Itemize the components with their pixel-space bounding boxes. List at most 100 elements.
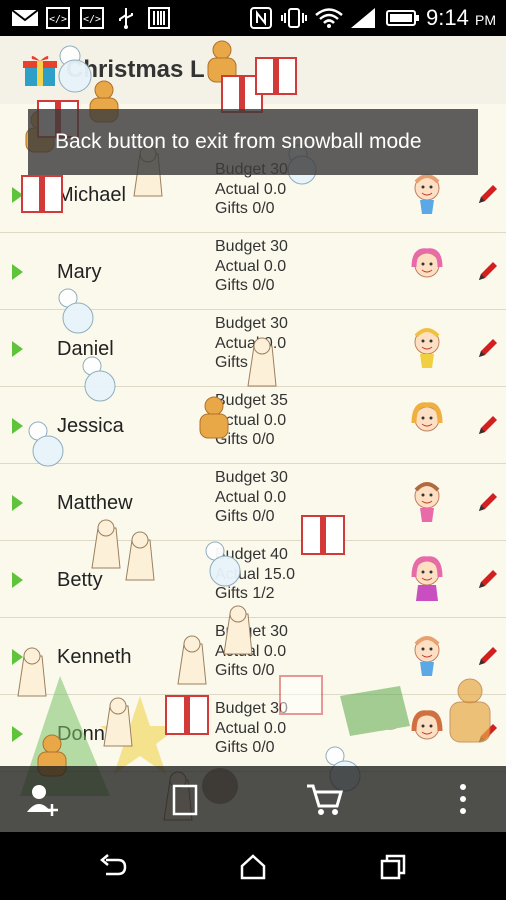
budget-text: Budget 30	[215, 700, 288, 717]
code-icon: </>	[80, 7, 104, 29]
expand-arrow-icon[interactable]	[12, 649, 23, 665]
list-icon[interactable]	[170, 780, 200, 818]
expand-arrow-icon[interactable]	[12, 341, 23, 357]
expand-arrow-icon[interactable]	[12, 418, 23, 434]
person-name: Daniel	[57, 338, 114, 360]
system-nav-bar	[0, 832, 506, 900]
list-item[interactable]: Matthew Budget 30 Actual 0.0 Gifts 0/0	[0, 464, 506, 541]
avatar	[411, 248, 443, 278]
mail-icon	[11, 9, 39, 26]
list-item[interactable]: Jessica Budget 35 Actual 0.0 Gifts 0/0	[0, 387, 506, 464]
budget-text: Budget 30	[215, 238, 288, 255]
signal-icon	[351, 8, 375, 28]
nfc-icon	[250, 7, 272, 29]
actual-text: Actual 0.0	[215, 334, 287, 352]
actual-text: Actual 0.0	[215, 180, 287, 198]
expand-arrow-icon[interactable]	[12, 495, 23, 511]
barcode-icon	[148, 7, 170, 29]
person-stats: Budget 30 Actual 0.0 Gifts 0/0	[215, 237, 288, 296]
add-person-icon[interactable]	[24, 780, 62, 818]
avatar	[414, 482, 440, 522]
svg-text:</>: </>	[83, 14, 101, 25]
code-icon: </>	[46, 7, 70, 29]
expand-arrow-icon[interactable]	[12, 572, 23, 588]
expand-arrow-icon[interactable]	[12, 264, 23, 280]
gifts-text: Gifts 0/0	[215, 662, 275, 679]
edit-pencil-icon[interactable]	[476, 644, 500, 668]
actual-text: Actual 0.0	[215, 719, 287, 737]
actual-text: Actual 0.0	[215, 488, 287, 506]
back-icon[interactable]	[98, 852, 128, 882]
gifts-text: Gifts 0/0	[215, 200, 275, 217]
gifts-text: Gifts 0/0	[215, 277, 275, 294]
list-item[interactable]: Betty Budget 40 Actual 15.0 Gifts 1/2	[0, 541, 506, 618]
budget-text: Budget 30	[215, 623, 288, 640]
person-name: Matthew	[57, 492, 133, 514]
action-bar: Christmas L	[0, 36, 506, 104]
person-stats: Budget 30 Actual 0.0 Gifts 0/0	[215, 622, 288, 681]
avatar	[411, 556, 443, 601]
person-stats: Budget 35 Actual 0.0 Gifts 0/0	[215, 391, 288, 450]
clock-ampm: PM	[475, 12, 496, 28]
budget-text: Budget 35	[215, 392, 288, 409]
person-stats: Budget 30 Actual 0.0 Gifts 0/0	[215, 699, 288, 758]
edit-pencil-icon[interactable]	[476, 336, 500, 360]
vibrate-icon	[281, 8, 307, 28]
status-bar: </> </> 9:14 PM	[0, 0, 506, 36]
avatar	[411, 402, 443, 432]
home-icon[interactable]	[238, 852, 268, 882]
avatar	[414, 636, 440, 676]
gifts-text: Gifts 0/0	[215, 508, 275, 525]
person-name: Betty	[57, 569, 103, 591]
person-name: Michael	[57, 184, 126, 206]
budget-text: Budget 30	[215, 469, 288, 486]
actual-text: Actual 0.0	[215, 411, 287, 429]
list-item[interactable]: Donna Budget 30 Actual 0.0 Gifts 0/0	[0, 695, 506, 772]
gift-app-icon[interactable]	[22, 52, 58, 88]
bottom-action-bar	[0, 766, 506, 832]
edit-pencil-icon[interactable]	[476, 490, 500, 514]
app-title: Christmas L	[66, 56, 205, 83]
person-name: Jessica	[57, 415, 124, 437]
people-list: Michael Budget 30 Actual 0.0 Gifts 0/0 Mar…	[0, 156, 506, 772]
gifts-text: Gifts 0/0	[215, 431, 275, 448]
person-stats: Budget 30 Actual 0.0 Gifts 0/0	[215, 468, 288, 527]
list-item[interactable]: Mary Budget 30 Actual 0.0 Gifts 0/0	[0, 233, 506, 310]
edit-pencil-icon[interactable]	[476, 721, 500, 745]
person-name: Mary	[57, 261, 102, 283]
toast-message: Back button to exit from snowball mode	[28, 109, 478, 175]
actual-text: Actual 0.0	[215, 257, 287, 275]
battery-icon	[386, 10, 419, 26]
clock-time: 9:14	[426, 5, 469, 30]
gifts-text: Gifts 0/0	[215, 739, 275, 756]
budget-text: Budget 40	[215, 546, 288, 563]
expand-arrow-icon[interactable]	[12, 726, 23, 742]
status-clock: 9:14 PM	[426, 5, 496, 33]
gifts-text: Gifts 0/1	[215, 354, 275, 371]
actual-text: Actual 0.0	[215, 642, 287, 660]
svg-text:</>: </>	[49, 14, 67, 25]
avatar	[414, 174, 440, 214]
app-screen: Christmas L Michael Budget 30 Actual 0.0 G…	[0, 36, 506, 832]
expand-arrow-icon[interactable]	[12, 187, 23, 203]
recents-icon[interactable]	[378, 852, 408, 882]
avatar	[411, 710, 443, 740]
edit-pencil-icon[interactable]	[476, 182, 500, 206]
list-item[interactable]: Kenneth Budget 30 Actual 0.0 Gifts 0/0	[0, 618, 506, 695]
usb-icon	[119, 8, 133, 29]
overflow-menu-icon[interactable]	[456, 780, 470, 818]
edit-pencil-icon[interactable]	[476, 413, 500, 437]
person-name: Kenneth	[57, 646, 132, 668]
person-stats: Budget 40 Actual 15.0 Gifts 1/2	[215, 545, 295, 604]
budget-text: Budget 30	[215, 315, 288, 332]
avatar	[414, 328, 440, 368]
actual-text: Actual 15.0	[215, 565, 296, 583]
cart-icon[interactable]	[305, 780, 345, 818]
person-name: Donna	[57, 723, 116, 745]
person-stats: Budget 30 Actual 0.0 Gifts 0/1	[215, 314, 288, 373]
edit-pencil-icon[interactable]	[476, 567, 500, 591]
gifts-text: Gifts 1/2	[215, 585, 275, 602]
edit-pencil-icon[interactable]	[476, 259, 500, 283]
wifi-icon	[315, 8, 343, 28]
list-item[interactable]: Daniel Budget 30 Actual 0.0 Gifts 0/1	[0, 310, 506, 387]
